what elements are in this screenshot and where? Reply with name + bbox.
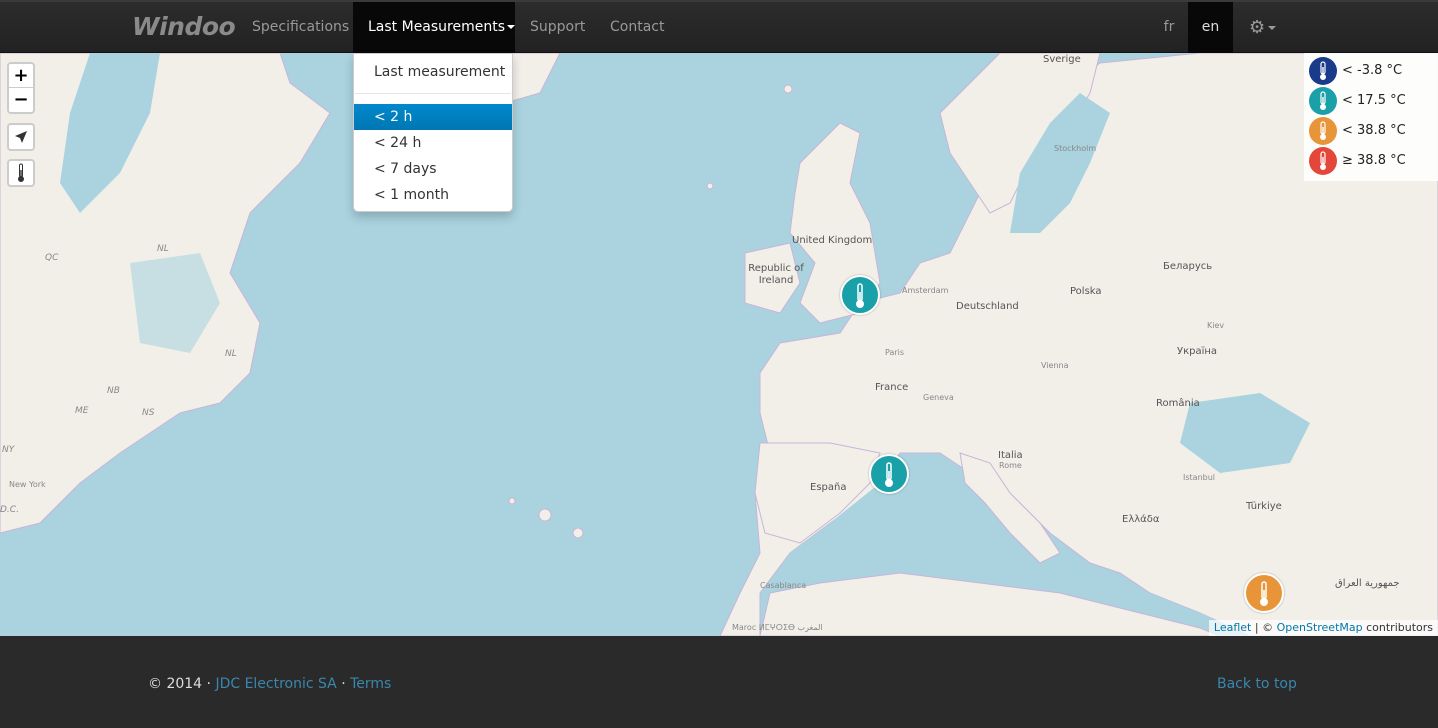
map-attribution: Leaflet | © OpenStreetMap contributors	[1208, 620, 1438, 636]
legend-swatch	[1309, 57, 1337, 85]
thermometer-icon	[856, 283, 864, 308]
legend-row: ≥ 38.8 °C	[1308, 147, 1438, 177]
lang-en[interactable]: en	[1188, 2, 1233, 53]
map-label-greece: Ελλάδα	[1122, 514, 1160, 525]
menu-item-2h[interactable]: < 2 h	[354, 104, 512, 130]
back-to-top-link[interactable]: Back to top	[1217, 676, 1297, 692]
attribution-sep: | ©	[1251, 621, 1277, 634]
chevron-down-icon	[507, 25, 516, 29]
map-label-ny: NY	[2, 445, 15, 455]
map-label-belarus: Беларусь	[1163, 261, 1213, 272]
footer-dot: ·	[336, 676, 351, 692]
menu-divider	[355, 93, 511, 94]
map-label-spain: España	[810, 482, 847, 493]
map-label-istanbul: Istanbul	[1183, 473, 1216, 482]
attribution-suffix: contributors	[1362, 621, 1433, 634]
nav-last-measurements-label: Last Measurements	[368, 19, 506, 35]
map-label-kiev: Kiev	[1207, 321, 1225, 330]
thermometer-icon	[1260, 581, 1268, 606]
map-label-sweden: Sverige	[1043, 54, 1081, 65]
osm-link[interactable]: OpenStreetMap	[1277, 621, 1363, 634]
thermometer-icon	[1320, 151, 1326, 170]
zoom-in-button[interactable]: +	[9, 64, 33, 88]
map-label-qc: QC	[45, 253, 59, 263]
legend-row: < 17.5 °C	[1308, 87, 1438, 117]
map-label-uk: United Kingdom	[792, 235, 873, 246]
map[interactable]: United Kingdom Republic of Ireland Franc…	[0, 53, 1438, 636]
menu-item-last-measurement[interactable]: Last measurement	[354, 59, 512, 85]
map-label-france: France	[875, 382, 909, 393]
map-label-poland: Polska	[1070, 286, 1102, 297]
marker-spain[interactable]	[869, 454, 909, 494]
terms-link[interactable]: Terms	[350, 676, 391, 692]
locate-button[interactable]	[7, 123, 35, 151]
thermometer-icon	[885, 462, 893, 487]
menu-item-1month[interactable]: < 1 month	[354, 182, 512, 208]
map-label-turkey: Türkiye	[1246, 501, 1282, 512]
map-label-ns: NS	[142, 408, 155, 418]
legend-label: < -3.8 °C	[1342, 63, 1403, 78]
marker-uk[interactable]	[840, 275, 880, 315]
company-link[interactable]: JDC Electronic SA	[215, 676, 336, 692]
map-label-stockholm: Stockholm	[1054, 144, 1097, 153]
temperature-layer-button[interactable]	[7, 159, 35, 187]
menu-item-7days[interactable]: < 7 days	[354, 156, 512, 182]
chevron-down-icon	[1268, 26, 1277, 30]
map-label-vienna: Vienna	[1041, 361, 1069, 370]
footer-copyright: © 2014 · JDC Electronic SA · Terms	[148, 676, 391, 692]
thermometer-icon	[1320, 61, 1326, 80]
map-label-iraq: جمهورية العراق	[1335, 578, 1400, 589]
map-label-me: ME	[75, 406, 89, 416]
map-label-italy: Italia	[998, 450, 1023, 461]
thermometer-icon	[18, 163, 24, 182]
legend-label: < 38.8 °C	[1342, 123, 1406, 138]
map-label-geneva: Geneva	[923, 393, 954, 402]
brand-logo[interactable]: Windoo	[132, 12, 236, 41]
last-measurements-dropdown: Last measurement < 2 h < 24 h < 7 days <…	[353, 53, 513, 212]
map-label-paris: Paris	[885, 348, 905, 357]
map-label-casablanca: Casablanca	[760, 581, 807, 590]
thermometer-icon	[1320, 121, 1326, 140]
location-arrow-icon	[15, 131, 27, 143]
marker-east[interactable]	[1244, 573, 1284, 613]
map-label-nl-2: NL	[225, 349, 237, 359]
map-label-nb: NB	[107, 386, 120, 396]
temperature-legend: < -3.8 °C < 17.5 °C < 38.8 °C ≥ 38.8 °C	[1304, 53, 1438, 181]
legend-label: ≥ 38.8 °C	[1342, 153, 1406, 168]
footer: © 2014 · JDC Electronic SA · Terms Back …	[0, 636, 1438, 728]
nav-specifications[interactable]: Specifications	[237, 2, 364, 53]
nav-support[interactable]: Support	[515, 2, 600, 53]
settings-menu[interactable]: ⚙	[1234, 2, 1284, 53]
legend-swatch	[1309, 87, 1337, 115]
menu-item-24h[interactable]: < 24 h	[354, 130, 512, 156]
navbar: Windoo Specifications Last Measurements …	[0, 0, 1438, 53]
map-label-ukraine: Україна	[1177, 346, 1218, 357]
map-label-amsterdam: Amsterdam	[902, 286, 949, 295]
legend-row: < 38.8 °C	[1308, 117, 1438, 147]
nav-contact[interactable]: Contact	[595, 2, 679, 53]
copyright-text: © 2014 ·	[148, 676, 216, 692]
map-label-morocco: Maroc ⵍⵎⵖⵔⵉⴱ المغرب	[732, 623, 823, 632]
zoom-out-button[interactable]: −	[9, 88, 33, 112]
gear-icon: ⚙	[1249, 17, 1266, 38]
zoom-control: + −	[7, 62, 35, 114]
legend-swatch	[1309, 147, 1337, 175]
nav-last-measurements[interactable]: Last Measurements	[353, 2, 516, 53]
legend-label: < 17.5 °C	[1342, 93, 1406, 108]
map-label-newyork: New York	[9, 480, 46, 489]
legend-row: < -3.8 °C	[1308, 57, 1438, 87]
map-label-dc: D.C.	[0, 505, 19, 515]
map-label-rome: Rome	[999, 461, 1022, 470]
map-label-nl-1: NL	[157, 244, 169, 254]
map-basemap	[0, 53, 1438, 636]
thermometer-icon	[1320, 91, 1326, 110]
map-label-germany: Deutschland	[956, 301, 1019, 312]
lang-fr[interactable]: fr	[1150, 2, 1188, 53]
leaflet-link[interactable]: Leaflet	[1214, 621, 1251, 634]
legend-swatch	[1309, 117, 1337, 145]
map-label-romania: România	[1156, 398, 1200, 409]
map-label-ireland: Republic of Ireland	[748, 263, 804, 286]
